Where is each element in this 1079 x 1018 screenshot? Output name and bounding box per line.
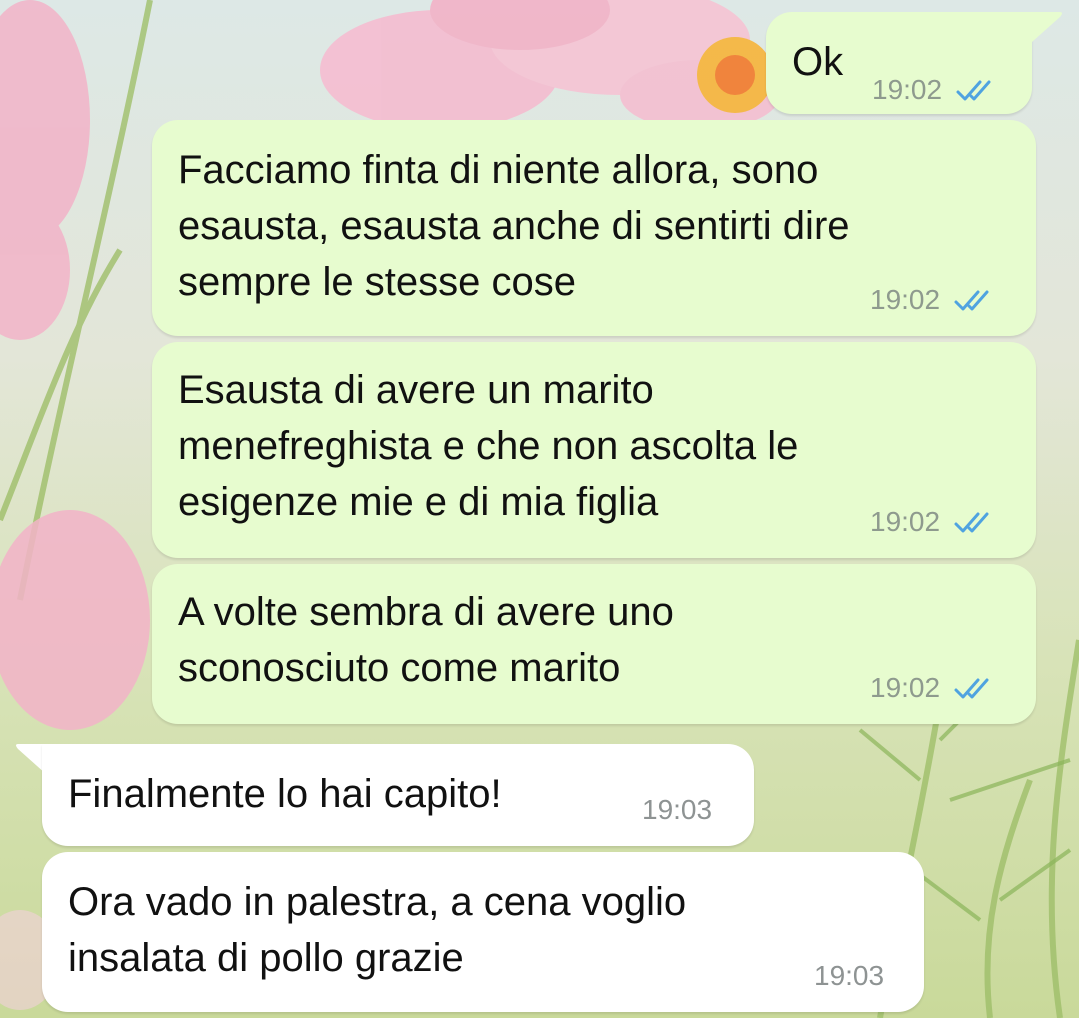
message-meta: 19:02	[870, 284, 998, 316]
message-bubble-outgoing[interactable]: A volte sembra di avere uno sconosciuto …	[152, 564, 1036, 724]
double-check-icon	[954, 290, 989, 311]
message-time: 19:02	[872, 74, 943, 105]
message-time: 19:02	[870, 506, 941, 537]
message-meta: 19:02	[872, 74, 1000, 106]
message-text: Finalmente lo hai capito!	[68, 772, 502, 816]
bubble-tail	[1030, 12, 1062, 42]
double-check-icon	[956, 80, 991, 101]
message-time: 19:02	[870, 284, 941, 315]
double-check-icon	[954, 678, 989, 699]
message-time: 19:03	[814, 960, 885, 991]
message-bubble-incoming[interactable]: Finalmente lo hai capito! 19:03	[42, 744, 754, 846]
message-text: Ok	[792, 40, 844, 84]
message-time: 19:02	[870, 672, 941, 703]
message-bubble-outgoing[interactable]: Ok 19:02	[766, 12, 1032, 114]
message-time: 19:03	[642, 794, 713, 825]
message-text: Ora vado in palestra, a cena voglio insa…	[68, 880, 687, 980]
message-bubble-outgoing[interactable]: Esausta di avere un marito menefreghista…	[152, 342, 1036, 558]
message-meta: 19:03	[814, 960, 884, 992]
message-meta: 19:02	[870, 672, 998, 704]
message-text: Esausta di avere un marito menefreghista…	[178, 368, 799, 524]
double-check-icon	[954, 512, 989, 533]
message-bubble-incoming[interactable]: Ora vado in palestra, a cena voglio insa…	[42, 852, 924, 1012]
message-meta: 19:02	[870, 506, 998, 538]
message-text: A volte sembra di avere uno sconosciuto …	[178, 590, 674, 690]
message-meta: 19:03	[642, 794, 712, 826]
message-bubble-outgoing[interactable]: Facciamo finta di niente allora, sono es…	[152, 120, 1036, 336]
message-text: Facciamo finta di niente allora, sono es…	[178, 148, 850, 304]
